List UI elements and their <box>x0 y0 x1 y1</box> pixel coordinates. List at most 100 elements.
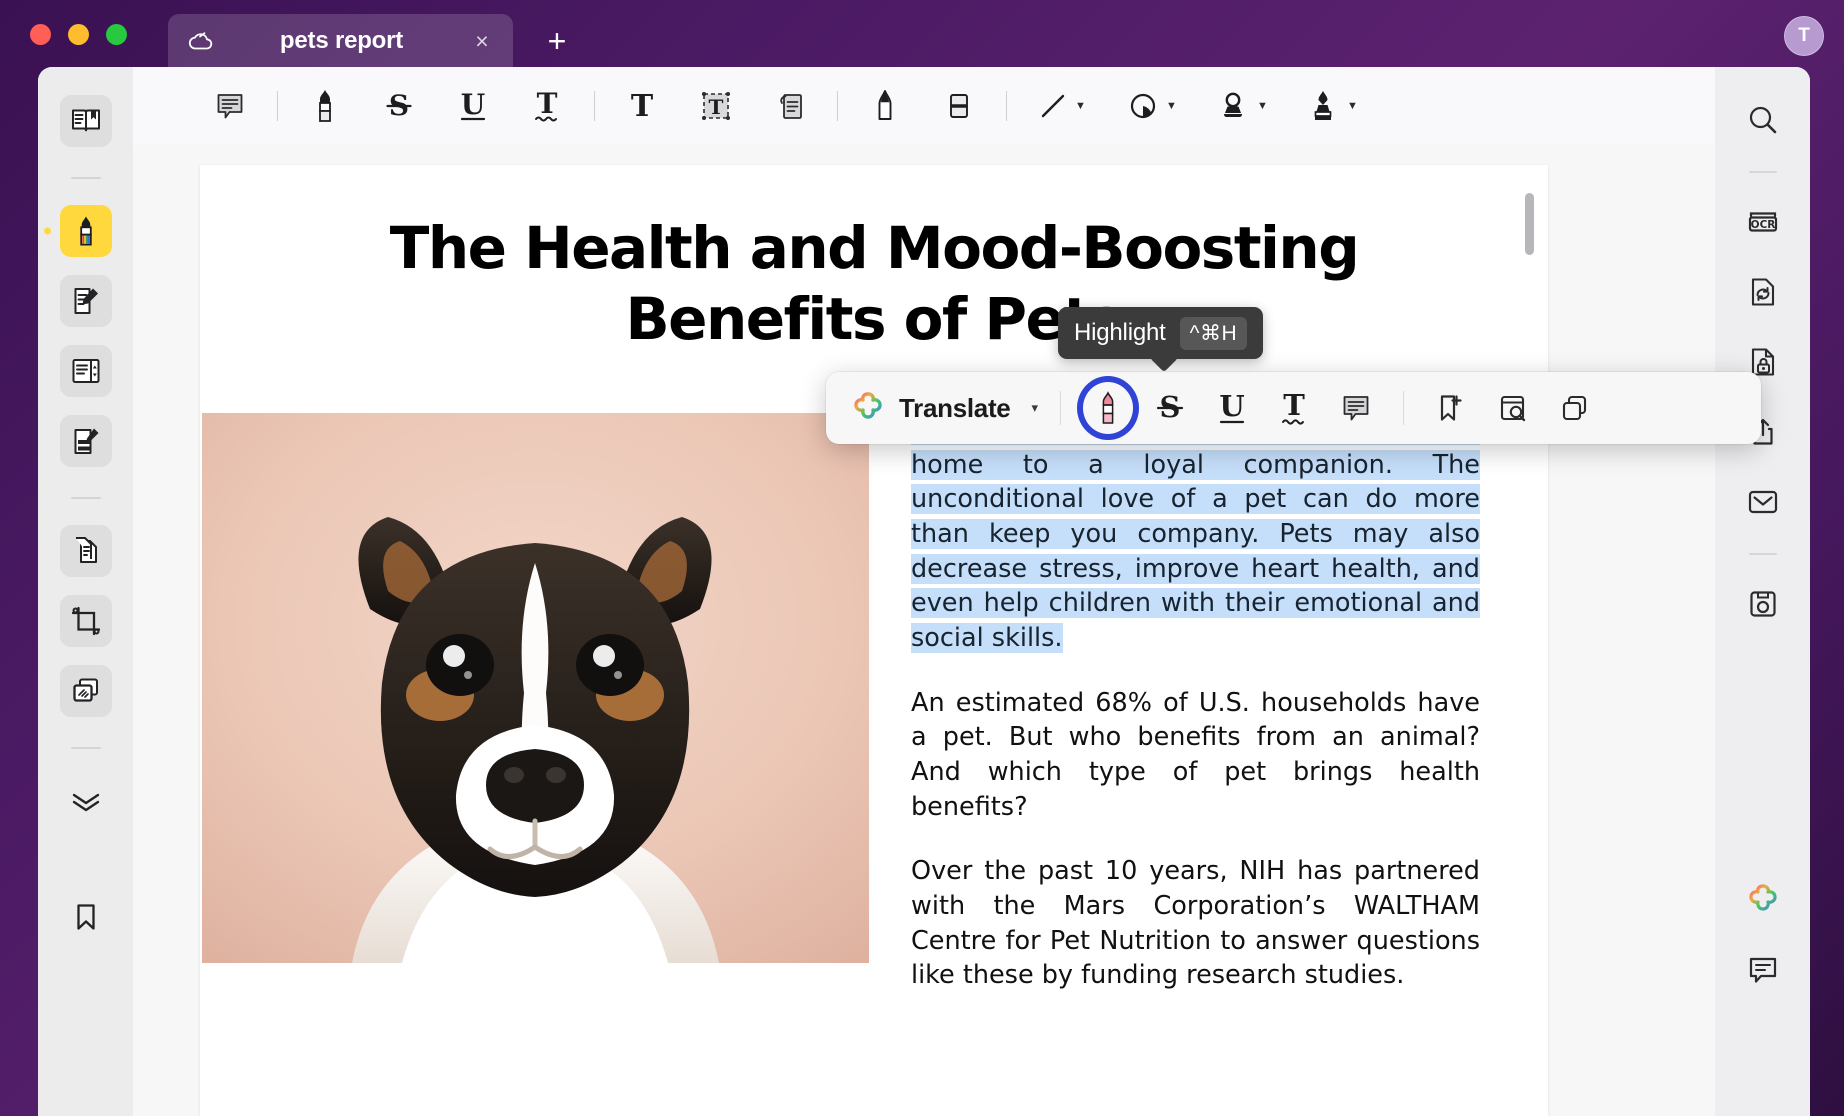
sidebar-item-organize-pages[interactable] <box>59 525 112 577</box>
right-ocr[interactable]: OCR <box>1736 195 1790 249</box>
annotation-toolbar: S U T T T ▼ ▼ ▼ ▼ <box>133 67 1715 145</box>
search-icon <box>1746 103 1780 137</box>
ocr-icon: OCR <box>1745 205 1781 239</box>
right-ai[interactable] <box>1736 873 1790 927</box>
close-icon[interactable]: × <box>469 28 495 54</box>
comment-box-icon <box>213 89 247 123</box>
shape-fill-icon <box>1127 90 1159 122</box>
cloud-icon <box>188 31 214 51</box>
main-column: S U T T T ▼ ▼ ▼ ▼ The Health and Mood-Bo… <box>133 67 1715 1116</box>
signature-pen-icon <box>1306 88 1340 124</box>
toolbar-shape[interactable]: ▼ <box>1115 81 1189 131</box>
float-comment[interactable] <box>1325 380 1387 436</box>
tab-pets-report[interactable]: pets report × <box>168 14 513 68</box>
svg-text:T: T <box>537 87 558 120</box>
toolbar-text-box[interactable]: T <box>687 81 745 131</box>
avatar[interactable]: T <box>1784 16 1824 56</box>
right-sidebar-divider <box>1748 171 1777 173</box>
toolbar-signature[interactable]: ▼ <box>1295 81 1369 131</box>
translate-button[interactable]: Translate ▾ <box>848 383 1044 433</box>
toolbar-divider <box>837 91 838 121</box>
toolbar-stamp[interactable]: ▼ <box>1205 81 1279 131</box>
right-sidebar-divider <box>1748 553 1777 555</box>
translate-label: Translate <box>899 392 1011 423</box>
toolbar-underline[interactable]: U <box>444 81 502 131</box>
right-convert[interactable] <box>1736 265 1790 319</box>
document-page[interactable]: The Health and Mood-Boosting Benefits of… <box>200 165 1548 1116</box>
toolbar-divider <box>594 91 595 121</box>
close-window-button[interactable] <box>30 24 51 45</box>
sidebar-item-duplicate[interactable] <box>59 665 112 717</box>
text-icon: T <box>625 89 659 123</box>
paragraph[interactable]: An estimated 68% of U.S. households have… <box>911 686 1480 825</box>
float-strikethrough[interactable]: S <box>1139 380 1201 436</box>
maximize-window-button[interactable] <box>106 24 127 45</box>
svg-text:T: T <box>631 89 654 123</box>
toolbar-strikethrough[interactable]: S <box>370 81 428 131</box>
toolbar-divider <box>277 91 278 121</box>
toolbar-line[interactable]: ▼ <box>1025 81 1099 131</box>
ai-flower-icon <box>850 390 886 426</box>
toolbar-comment[interactable] <box>201 81 259 131</box>
sidebar-item-layers[interactable] <box>60 775 112 827</box>
tooltip-shortcut: ^⌘H <box>1179 316 1248 350</box>
toolbar-text[interactable]: T <box>613 81 671 131</box>
paragraph[interactable]: Over the past 10 years, NIH has partnere… <box>911 854 1480 993</box>
toolbar-eraser[interactable] <box>930 81 988 131</box>
dog-photo <box>202 413 869 963</box>
float-copy[interactable] <box>1544 380 1606 436</box>
page-title: The Health and Mood-Boosting Benefits of… <box>389 214 1360 353</box>
sidebar-divider <box>70 177 101 179</box>
right-email[interactable] <box>1736 475 1790 529</box>
sidebar-item-page-layout[interactable] <box>59 345 112 397</box>
chevron-down-icon: ▼ <box>1166 99 1177 112</box>
sidebar-item-highlight[interactable] <box>43 205 112 257</box>
selection-floating-toolbar: Translate ▾ S U T <box>826 372 1761 444</box>
paragraph-selected[interactable]: Nothing compares to the joy of coming ho… <box>911 413 1480 656</box>
toolbar-squiggly[interactable]: T <box>518 81 576 131</box>
sidebar-item-bookmarks[interactable] <box>60 891 112 943</box>
new-tab-button[interactable]: + <box>537 21 577 61</box>
page-scrollbar-thumb[interactable] <box>1525 193 1534 255</box>
chevron-down-icon[interactable]: ▾ <box>1031 400 1038 416</box>
traffic-light-buttons <box>30 24 127 45</box>
copy-icon <box>1558 391 1592 425</box>
toolbar-sticky-note[interactable] <box>761 81 819 131</box>
document-canvas[interactable]: The Health and Mood-Boosting Benefits of… <box>133 145 1715 1116</box>
right-comments[interactable] <box>1736 943 1790 997</box>
minimize-window-button[interactable] <box>68 24 89 45</box>
convert-document-icon <box>1746 275 1780 309</box>
toolbar-highlight[interactable] <box>296 81 354 131</box>
annotate-icon <box>69 424 103 458</box>
float-underline[interactable]: U <box>1201 380 1263 436</box>
stamp-icon <box>1216 89 1250 123</box>
highlighter-marker-icon <box>1092 388 1124 428</box>
float-lookup[interactable] <box>1482 380 1544 436</box>
float-bookmark-add[interactable] <box>1420 380 1482 436</box>
sidebar-divider <box>70 747 101 749</box>
highlighter-marker-icon <box>308 88 342 124</box>
strikethrough-icon: S <box>382 89 416 123</box>
sidebar-item-crop[interactable] <box>59 595 112 647</box>
right-save[interactable] <box>1736 577 1790 631</box>
tab-strip: pets report × + <box>168 14 577 68</box>
toolbar-pen[interactable] <box>856 81 914 131</box>
float-highlight[interactable] <box>1077 376 1140 440</box>
tooltip-label: Highlight <box>1074 319 1166 346</box>
float-squiggly[interactable]: T <box>1263 380 1325 436</box>
svg-text:OCR: OCR <box>1750 219 1775 231</box>
right-search[interactable] <box>1736 93 1790 147</box>
sidebar-item-annotate[interactable] <box>59 415 112 467</box>
sidebar-item-edit[interactable] <box>59 275 112 327</box>
mail-icon <box>1746 487 1780 517</box>
svg-text:U: U <box>461 88 485 121</box>
highlighter-icon <box>69 214 103 248</box>
underline-icon: U <box>1215 389 1249 427</box>
page-layout-icon <box>69 354 103 388</box>
note-edit-icon <box>69 284 103 318</box>
svg-text:T: T <box>1283 388 1305 422</box>
sidebar-item-reader[interactable] <box>59 95 112 147</box>
comment-panel-icon <box>1746 954 1780 986</box>
layers-chevrons-icon <box>69 784 103 818</box>
pen-tip-icon <box>868 88 902 124</box>
